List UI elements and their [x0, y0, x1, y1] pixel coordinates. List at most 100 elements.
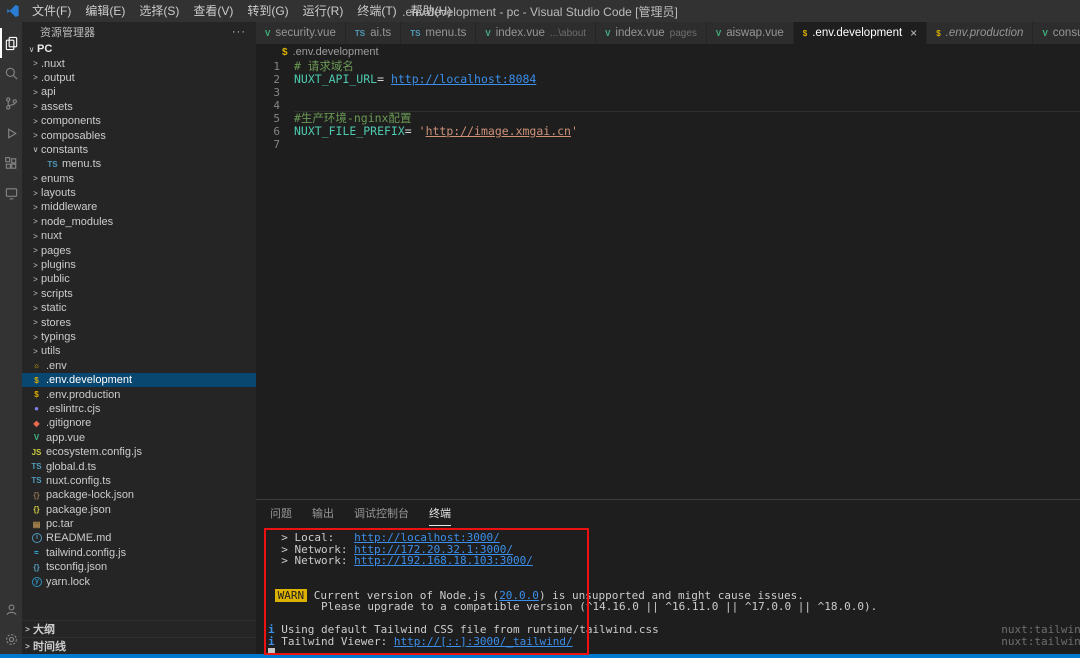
url-link[interactable]: http://[::]:3000/_tailwind/ [394, 635, 573, 648]
tree-item-assets[interactable]: > assets [22, 100, 256, 114]
tree-item-scripts[interactable]: > scripts [22, 287, 256, 301]
line-number: 2 [273, 73, 280, 86]
tree-item-PC[interactable]: ∨ PC [22, 42, 256, 56]
code-line[interactable]: 2 NUXT_API_URL= http://localhost:8084 [256, 72, 1080, 87]
menu-item-查看(V)[interactable]: 查看(V) [186, 0, 240, 22]
tree-item-global.d.ts[interactable]: TS global.d.ts [22, 459, 256, 473]
url-link[interactable]: http://localhost:8084 [391, 72, 536, 86]
code-token: = [377, 72, 391, 86]
panel-tab-终端[interactable]: 终端 [429, 500, 451, 526]
tree-item-constants[interactable]: ∨ constants [22, 143, 256, 157]
tree-item-pages[interactable]: > pages [22, 243, 256, 257]
tree-item-.eslintrc.cjs[interactable]: ● .eslintrc.cjs [22, 402, 256, 416]
tree-item-.gitignore[interactable]: ◆ .gitignore [22, 416, 256, 430]
tree-item-label: app.vue [46, 431, 86, 444]
tab-.env.production[interactable]: $ .env.production [927, 22, 1034, 44]
terminal-line: Please upgrade to a compatible version (… [268, 601, 1080, 613]
tree-item-README.md[interactable]: i README.md [22, 531, 256, 545]
tree-item-typings[interactable]: > typings [22, 330, 256, 344]
tree-item-label: package-lock.json [46, 489, 135, 502]
tree-item-utils[interactable]: > utils [22, 344, 256, 358]
more-actions-icon[interactable]: ··· [232, 26, 246, 38]
tree-item-package-lock.json[interactable]: {} package-lock.json [22, 488, 256, 502]
tree-item-label: components [41, 115, 101, 128]
menu-item-选择(S)[interactable]: 选择(S) [132, 0, 186, 22]
tree-item-layouts[interactable]: > layouts [22, 186, 256, 200]
tree-item-label: plugins [41, 259, 76, 272]
extensions-icon[interactable] [0, 148, 22, 178]
title-bar: 文件(F) 编辑(E) 选择(S) 查看(V) 转到(G) 运行(R) 终端(T) 帮助(H)… [0, 0, 1080, 22]
tab-path-suffix: pages [669, 27, 697, 39]
menu-item-转到(G)[interactable]: 转到(G) [240, 0, 295, 22]
menu-item-终端(T)[interactable]: 终端(T) [350, 0, 403, 22]
env-file-icon: $ [282, 46, 288, 58]
json-icon: {} [33, 562, 40, 572]
tree-item-nuxt.config.ts[interactable]: TS nuxt.config.ts [22, 474, 256, 488]
menu-item-编辑(E)[interactable]: 编辑(E) [78, 0, 132, 22]
tab-ai.ts[interactable]: TS ai.ts [345, 22, 402, 44]
code-editor[interactable]: 1 # 请求域名 2 NUXT_API_URL= http://localhost:8… [256, 60, 1080, 499]
tab-menu.ts[interactable]: TS menu.ts [401, 22, 477, 44]
tab-security.vue[interactable]: Vsecurity.vue [256, 22, 346, 44]
tree-item-node_modules[interactable]: > node_modules [22, 215, 256, 229]
panel-tab-输出[interactable]: 输出 [312, 500, 334, 526]
tree-item-.env[interactable]: ☼ .env [22, 359, 256, 373]
tree-item-composables[interactable]: > composables [22, 128, 256, 142]
panel-tab-调试控制台[interactable]: 调试控制台 [354, 500, 409, 526]
url-link[interactable]: http://image.xmgai.cn [426, 124, 571, 138]
tree-item-tailwind.config.js[interactable]: ≈ tailwind.config.js [22, 546, 256, 560]
vue-icon: V [1042, 28, 1048, 38]
explorer-icon[interactable] [0, 28, 22, 58]
remote-explorer-icon[interactable] [0, 178, 22, 208]
tree-item-.env.production[interactable]: $ .env.production [22, 387, 256, 401]
tree-item-ecosystem.config.js[interactable]: JS ecosystem.config.js [22, 445, 256, 459]
tree-item-.env.development[interactable]: $ .env.development [22, 372, 256, 388]
tree-item-.nuxt[interactable]: > .nuxt [22, 56, 256, 70]
tab-consumred.vue[interactable]: Vconsumred.vue [1033, 22, 1080, 44]
tab-index.vue[interactable]: Vindex.vue pages [596, 22, 707, 44]
tree-item-public[interactable]: > public [22, 272, 256, 286]
sidebar-section-时间线[interactable]: > 时间线 [22, 637, 256, 654]
tree-item-menu.ts[interactable]: TS menu.ts [22, 157, 256, 171]
tree-item-pc.tar[interactable]: ▤ pc.tar [22, 517, 256, 531]
code-line[interactable]: 7 [256, 138, 1080, 151]
tab-aiswap.vue[interactable]: Vaiswap.vue [706, 22, 794, 44]
tree-item-nuxt[interactable]: > nuxt [22, 229, 256, 243]
run-debug-icon[interactable] [0, 118, 22, 148]
panel-tab-问题[interactable]: 问题 [270, 500, 292, 526]
search-icon[interactable] [0, 58, 22, 88]
sidebar-section-大纲[interactable]: > 大纲 [22, 620, 256, 637]
chevron-right-icon: > [33, 174, 38, 184]
breadcrumb[interactable]: $ .env.development [256, 44, 1080, 60]
tree-item-api[interactable]: > api [22, 85, 256, 99]
tree-item-stores[interactable]: > stores [22, 315, 256, 329]
tab-.env.development[interactable]: $ .env.development × [793, 22, 928, 44]
tree-item-.output[interactable]: > .output [22, 71, 256, 85]
tree-item-app.vue[interactable]: Vapp.vue [22, 431, 256, 445]
tree-item-static[interactable]: > static [22, 301, 256, 315]
tree-item-label: .env.production [46, 388, 121, 401]
tree-item-label: utils [41, 345, 61, 358]
tree-item-middleware[interactable]: > middleware [22, 200, 256, 214]
code-line[interactable]: 3 [256, 86, 1080, 99]
tab-index.vue[interactable]: Vindex.vue ...\about [476, 22, 597, 44]
tab-label: .env.development [812, 27, 903, 39]
tree-item-package.json[interactable]: {} package.json [22, 503, 256, 517]
close-icon[interactable]: × [910, 26, 917, 40]
tree-item-yarn.lock[interactable]: y yarn.lock [22, 574, 256, 588]
tree-item-tsconfig.json[interactable]: {} tsconfig.json [22, 560, 256, 574]
source-control-icon[interactable] [0, 88, 22, 118]
code-line[interactable]: 6 NUXT_FILE_PREFIX= 'http://image.xmgai.c… [256, 124, 1080, 139]
account-icon[interactable] [0, 594, 22, 624]
tree-item-enums[interactable]: > enums [22, 172, 256, 186]
menu-item-运行(R)[interactable]: 运行(R) [296, 0, 351, 22]
tree-item-components[interactable]: > components [22, 114, 256, 128]
settings-icon[interactable] [0, 624, 22, 654]
tab-path-suffix: ...\about [549, 27, 587, 39]
terminal[interactable]: > Local: http://localhost:3000/ > Networ… [256, 526, 1080, 654]
url-link[interactable]: http://192.168.18.103:3000/ [354, 554, 533, 567]
menu-item-文件(F)[interactable]: 文件(F) [25, 0, 78, 22]
tree-item-label: PC [37, 43, 53, 56]
window-title: .env.development - pc - Visual Studio Co… [402, 4, 678, 19]
tree-item-plugins[interactable]: > plugins [22, 258, 256, 272]
